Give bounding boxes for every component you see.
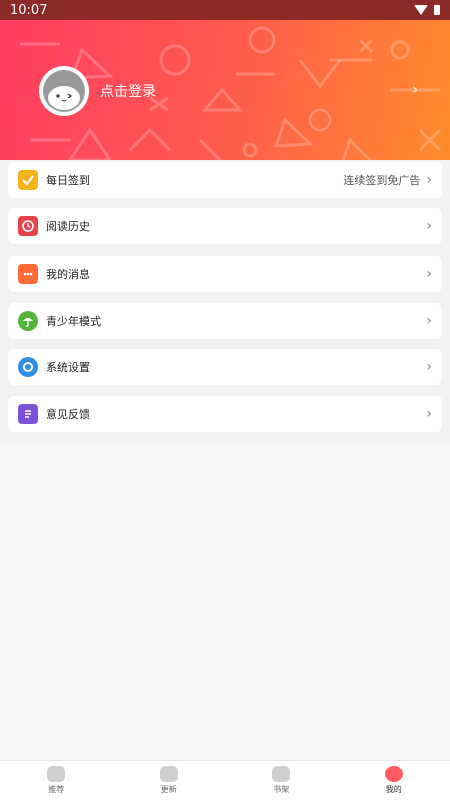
chevron-right-icon: ›	[426, 359, 432, 375]
tab-label: 更新	[160, 785, 177, 794]
avatar[interactable]	[39, 66, 89, 116]
chevron-right-icon: ›	[426, 266, 432, 282]
feedback-icon	[18, 404, 38, 424]
message-icon	[18, 264, 38, 284]
profile-header: 点击登录 ›	[0, 20, 450, 172]
status-icons	[414, 5, 440, 15]
menu-item-youth-mode[interactable]: 青少年模式 ›	[8, 303, 442, 339]
chevron-right-icon: ›	[426, 406, 432, 422]
menu-item-reading-history[interactable]: 阅读历史 ›	[8, 208, 442, 244]
tab-label: 推荐	[48, 785, 65, 794]
wifi-icon	[414, 5, 428, 15]
tab-mine[interactable]: 我的	[338, 761, 450, 800]
umbrella-icon	[18, 311, 38, 331]
history-clock-icon	[18, 216, 38, 236]
menu-item-feedback[interactable]: 意见反馈 ›	[8, 396, 442, 432]
chevron-right-icon: ›	[426, 172, 432, 188]
menu-item-label: 系统设置	[46, 361, 90, 374]
menu-item-label: 每日签到	[46, 174, 90, 187]
menu-item-system-settings[interactable]: 系统设置 ›	[8, 349, 442, 385]
profile-icon	[384, 766, 403, 782]
status-time: 10:07	[10, 2, 48, 18]
battery-icon	[434, 5, 440, 15]
status-bar: 10:07	[0, 0, 450, 20]
menu-item-label: 阅读历史	[46, 220, 90, 233]
tab-label: 书架	[273, 785, 290, 794]
menu-item-daily-checkin[interactable]: 每日签到 连续签到免广告 ›	[8, 162, 442, 198]
tab-update[interactable]: 更新	[113, 761, 226, 800]
settings-icon	[18, 357, 38, 377]
tab-label: 我的	[385, 785, 402, 794]
recommend-icon	[47, 766, 66, 782]
menu-item-extra: 连续签到免广告	[343, 174, 421, 187]
menu-list: 每日签到 连续签到免广告 › 阅读历史 › 我的消息 › 青少年模式 › 系统设…	[0, 160, 450, 445]
bottom-tab-bar: 推荐 更新 书架 我的	[0, 760, 450, 800]
chevron-right-icon: ›	[426, 218, 432, 234]
tab-recommend[interactable]: 推荐	[0, 761, 113, 800]
menu-item-label: 我的消息	[46, 268, 90, 281]
avatar-face-icon	[43, 70, 85, 112]
tab-bookshelf[interactable]: 书架	[225, 761, 338, 800]
calendar-check-icon	[18, 170, 38, 190]
menu-item-label: 意见反馈	[46, 408, 90, 421]
bookshelf-icon	[272, 766, 291, 782]
empty-area	[0, 445, 450, 760]
menu-item-label: 青少年模式	[46, 315, 101, 328]
login-link[interactable]: 点击登录	[100, 81, 156, 101]
header-arrow-icon[interactable]: ›	[412, 82, 418, 98]
update-icon	[159, 766, 178, 782]
chevron-right-icon: ›	[426, 313, 432, 329]
menu-item-my-messages[interactable]: 我的消息 ›	[8, 256, 442, 292]
